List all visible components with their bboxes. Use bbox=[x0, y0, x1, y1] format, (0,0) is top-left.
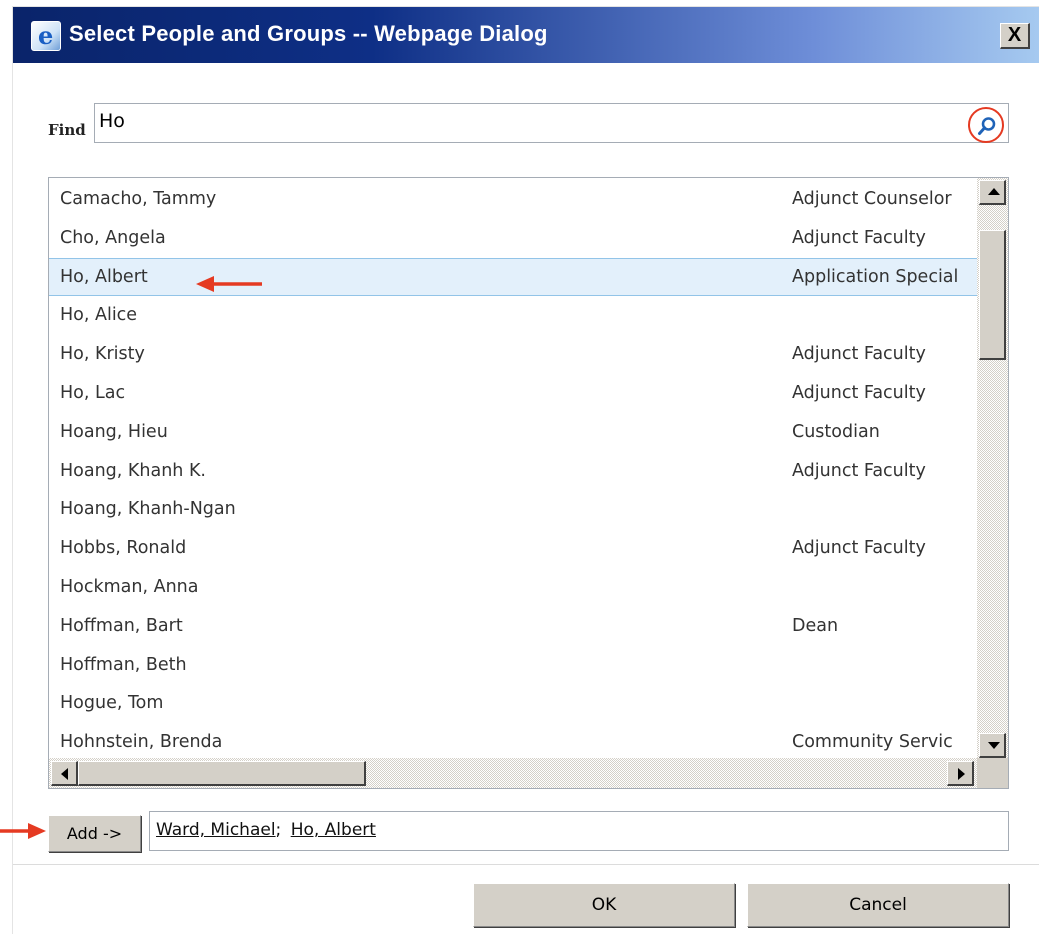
result-row[interactable]: Ho, Alice bbox=[49, 296, 977, 335]
result-job-title: Adjunct Faculty bbox=[792, 460, 926, 481]
close-button[interactable]: X bbox=[1000, 23, 1030, 49]
result-name: Hohnstein, Brenda bbox=[60, 732, 223, 753]
result-name: Hogue, Tom bbox=[60, 693, 164, 714]
result-row[interactable]: Camacho, Tammy Adjunct Counselor bbox=[49, 180, 977, 219]
picked-person-link[interactable]: Ward, Michael bbox=[156, 820, 276, 840]
result-job-title: Adjunct Faculty bbox=[792, 344, 926, 365]
result-job-title: Adjunct Faculty bbox=[792, 227, 926, 248]
triangle-up-icon bbox=[988, 188, 1000, 195]
scrollbar-corner bbox=[977, 758, 1008, 788]
picked-person-link[interactable]: Ho, Albert bbox=[291, 820, 376, 840]
scroll-up-button[interactable] bbox=[979, 180, 1006, 205]
dialog-window: Select People and Groups -- Webpage Dial… bbox=[12, 6, 1039, 934]
result-name: Hobbs, Ronald bbox=[60, 538, 187, 559]
result-row[interactable]: Hockman, Anna bbox=[49, 568, 977, 607]
results-list: Camacho, Tammy Adjunct Counselor Cho, Ange… bbox=[48, 177, 1009, 789]
horizontal-scrollbar[interactable] bbox=[49, 758, 977, 788]
result-name: Hoang, Hieu bbox=[60, 421, 168, 442]
result-name: Hoang, Khanh K. bbox=[60, 460, 206, 481]
result-row[interactable]: Hohnstein, Brenda Community Servic bbox=[49, 723, 977, 762]
result-row[interactable]: Hogue, Tom bbox=[49, 684, 977, 723]
footer-divider bbox=[13, 864, 1039, 865]
search-icon bbox=[978, 117, 996, 135]
result-job-title: Adjunct Counselor bbox=[792, 189, 952, 209]
result-name: Cho, Angela bbox=[60, 227, 166, 248]
result-name: Hoffman, Bart bbox=[60, 615, 183, 636]
picked-people-field[interactable]: Ward, Michael; Ho, Albert bbox=[149, 811, 1009, 851]
result-row[interactable]: Hobbs, Ronald Adjunct Faculty bbox=[49, 529, 977, 568]
result-row[interactable]: Hoang, Khanh-Ngan bbox=[49, 490, 977, 529]
result-job-title: Adjunct Faculty bbox=[792, 538, 926, 559]
result-row[interactable]: Ho, Kristy Adjunct Faculty bbox=[49, 335, 977, 374]
window-title: Select People and Groups -- Webpage Dial… bbox=[69, 21, 548, 46]
result-name: Ho, Alice bbox=[60, 305, 138, 326]
result-name: Ho, Albert bbox=[60, 266, 148, 287]
result-name: Ho, Lac bbox=[60, 382, 126, 403]
scroll-left-button[interactable] bbox=[51, 761, 78, 786]
result-name: Hockman, Anna bbox=[60, 576, 199, 597]
result-row[interactable]: Cho, Angela Adjunct Faculty bbox=[49, 219, 977, 258]
triangle-right-icon bbox=[958, 768, 965, 780]
result-name: Ho, Kristy bbox=[60, 344, 145, 365]
find-label: Find bbox=[48, 121, 86, 139]
result-job-title: Dean bbox=[792, 615, 839, 636]
result-name: Hoang, Khanh-Ngan bbox=[60, 499, 236, 520]
add-button[interactable]: Add -> bbox=[48, 815, 141, 852]
result-job-title: Adjunct Faculty bbox=[792, 382, 926, 403]
result-row[interactable]: Ho, Albert Application Special bbox=[49, 257, 977, 297]
results-rows: Camacho, Tammy Adjunct Counselor Cho, Ange… bbox=[49, 180, 977, 762]
result-job-title: Custodian bbox=[792, 421, 880, 442]
triangle-left-icon bbox=[61, 768, 68, 780]
result-job-title: Application Special bbox=[792, 266, 959, 287]
search-button[interactable] bbox=[968, 107, 1004, 143]
picked-separator: ; bbox=[275, 820, 282, 840]
triangle-down-icon bbox=[988, 742, 1000, 749]
ie-icon bbox=[31, 21, 61, 51]
result-row[interactable]: Ho, Lac Adjunct Faculty bbox=[49, 374, 977, 413]
result-name: Hoffman, Beth bbox=[60, 654, 187, 675]
vertical-scroll-thumb[interactable] bbox=[979, 230, 1006, 360]
scroll-right-button[interactable] bbox=[947, 761, 974, 786]
scroll-down-button[interactable] bbox=[979, 733, 1006, 758]
red-arrow-annotation-icon bbox=[0, 823, 46, 839]
find-input[interactable]: Ho bbox=[94, 103, 1009, 143]
red-arrow-annotation-icon bbox=[196, 276, 262, 292]
ok-button[interactable]: OK bbox=[473, 883, 735, 927]
result-row[interactable]: Hoffman, Beth bbox=[49, 646, 977, 685]
result-row[interactable]: Hoang, Hieu Custodian bbox=[49, 413, 977, 452]
title-bar: Select People and Groups -- Webpage Dial… bbox=[13, 7, 1039, 63]
cancel-button[interactable]: Cancel bbox=[747, 883, 1009, 927]
result-job-title: Community Servic bbox=[792, 732, 953, 753]
vertical-scrollbar[interactable] bbox=[977, 178, 1008, 758]
result-name: Camacho, Tammy bbox=[60, 189, 217, 209]
horizontal-scroll-thumb[interactable] bbox=[78, 761, 366, 786]
result-row[interactable]: Hoang, Khanh K. Adjunct Faculty bbox=[49, 452, 977, 491]
result-row[interactable]: Hoffman, Bart Dean bbox=[49, 607, 977, 646]
